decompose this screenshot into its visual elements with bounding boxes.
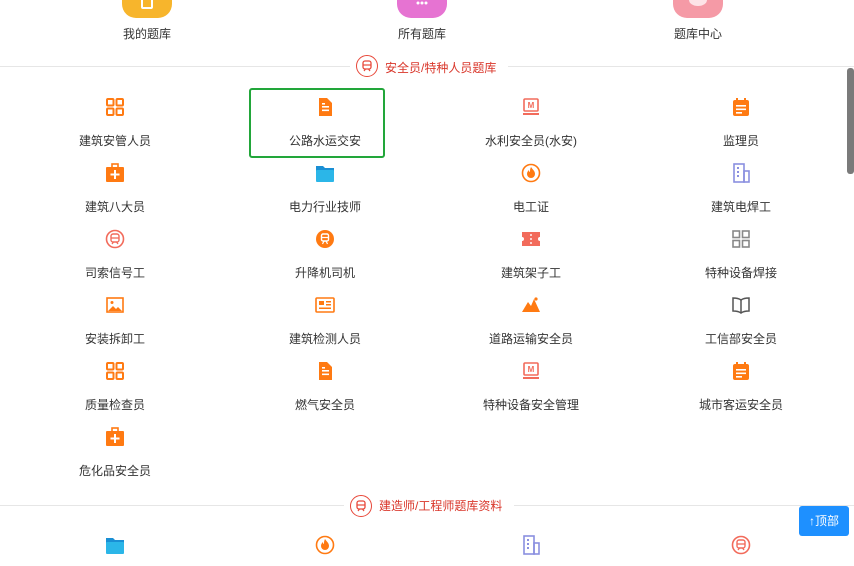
building-icon [731, 163, 751, 183]
train-icon[interactable] [731, 535, 751, 555]
m-card-icon: M [521, 97, 541, 117]
section-header-safety: 安全员/特种人员题库 [0, 55, 854, 79]
category-item[interactable]: 燃气安全员 [225, 352, 425, 418]
my-bank-icon [122, 0, 172, 18]
category-label: 电力行业技师 [288, 200, 361, 214]
category-label: 建筑检测人员 [288, 332, 361, 346]
scrollbar-thumb[interactable] [847, 68, 854, 174]
divider-line [508, 66, 854, 67]
top-shortcut-row: 我的题库 所有题库 题库中心 [0, 0, 854, 60]
ticket-icon [521, 229, 541, 249]
category-item[interactable]: M 水利安全员(水安) [431, 88, 631, 154]
category-item[interactable]: 特种设备焊接 [641, 220, 841, 286]
constructor-icon-row [0, 535, 854, 561]
category-label: 建筑安管人员 [78, 134, 151, 148]
category-label: 危化品安全员 [78, 464, 151, 478]
category-label: 特种设备焊接 [704, 266, 777, 280]
svg-text:M: M [528, 101, 535, 110]
category-item[interactable]: 建筑安管人员 [15, 88, 215, 154]
folder-icon[interactable] [105, 535, 125, 555]
id-card-icon [315, 295, 335, 315]
category-item[interactable]: 安装拆卸工 [15, 286, 215, 352]
category-label: 道路运输安全员 [488, 332, 573, 346]
category-item[interactable]: 工信部安全员 [641, 286, 841, 352]
train-badge-icon [356, 55, 378, 77]
grid-icon [105, 97, 125, 117]
m-card-icon: M [521, 361, 541, 381]
category-item[interactable]: 建筑八大员 [15, 154, 215, 220]
category-label: 工信部安全员 [704, 332, 777, 346]
category-item[interactable]: 公路水运交安 [225, 88, 425, 154]
category-item[interactable]: 电力行业技师 [225, 154, 425, 220]
document-icon [315, 361, 335, 381]
train-coin-icon [315, 229, 335, 249]
bank-center-label: 题库中心 [673, 27, 722, 41]
category-item[interactable]: 建筑电焊工 [641, 154, 841, 220]
back-to-top-button[interactable]: ↑顶部 [799, 506, 849, 536]
category-label: 特种设备安全管理 [482, 398, 579, 412]
category-label: 质量检查员 [84, 398, 145, 412]
my-bank-label: 我的题库 [122, 27, 171, 41]
calendar-icon [731, 361, 751, 381]
category-item[interactable]: 城市客运安全员 [641, 352, 841, 418]
section-title: 安全员/特种人员题库 [385, 61, 497, 75]
section-title: 建造师/工程师题库资料 [379, 499, 503, 513]
grid-outline-icon [731, 229, 751, 249]
category-item[interactable]: M 特种设备安全管理 [431, 352, 631, 418]
category-label: 建筑电焊工 [710, 200, 771, 214]
category-label: 电工证 [512, 200, 549, 214]
folder-icon [315, 163, 335, 183]
medical-kit-icon [105, 163, 125, 183]
calendar-icon [731, 97, 751, 117]
category-item[interactable]: 监理员 [641, 88, 841, 154]
category-label: 水利安全员(水安) [485, 134, 577, 148]
book-icon [731, 295, 751, 315]
category-label: 燃气安全员 [294, 398, 355, 412]
category-item[interactable]: 升降机司机 [225, 220, 425, 286]
category-item[interactable]: 建筑架子工 [431, 220, 631, 286]
document-icon [315, 97, 335, 117]
category-label: 公路水运交安 [288, 134, 361, 148]
train-badge-icon [350, 495, 372, 517]
medical-kit-icon [105, 427, 125, 447]
fire-icon[interactable] [315, 535, 335, 555]
train-icon [105, 229, 125, 249]
picture-icon [105, 295, 125, 315]
mountain-icon [521, 295, 541, 315]
category-item[interactable]: 道路运输安全员 [431, 286, 631, 352]
category-label: 建筑架子工 [500, 266, 561, 280]
category-label: 安装拆卸工 [84, 332, 145, 346]
all-banks-icon [397, 0, 447, 18]
category-item[interactable]: 电工证 [431, 154, 631, 220]
divider-line [0, 66, 350, 67]
category-label: 升降机司机 [294, 266, 355, 280]
category-item[interactable]: 司索信号工 [15, 220, 215, 286]
divider-line [0, 505, 344, 506]
grid-icon [105, 361, 125, 381]
svg-text:M: M [528, 365, 535, 374]
category-item[interactable]: 危化品安全员 [15, 418, 215, 484]
category-item[interactable]: 质量检查员 [15, 352, 215, 418]
category-label: 监理员 [722, 134, 759, 148]
category-label: 城市客运安全员 [698, 398, 783, 412]
category-label: 建筑八大员 [84, 200, 145, 214]
bank-center-icon [673, 0, 723, 18]
category-item[interactable]: 建筑检测人员 [225, 286, 425, 352]
fire-icon [521, 163, 541, 183]
building-icon[interactable] [521, 535, 541, 555]
category-label: 司索信号工 [84, 266, 145, 280]
all-banks-label: 所有题库 [397, 27, 446, 41]
section-header-constructor: 建造师/工程师题库资料 [0, 494, 854, 518]
